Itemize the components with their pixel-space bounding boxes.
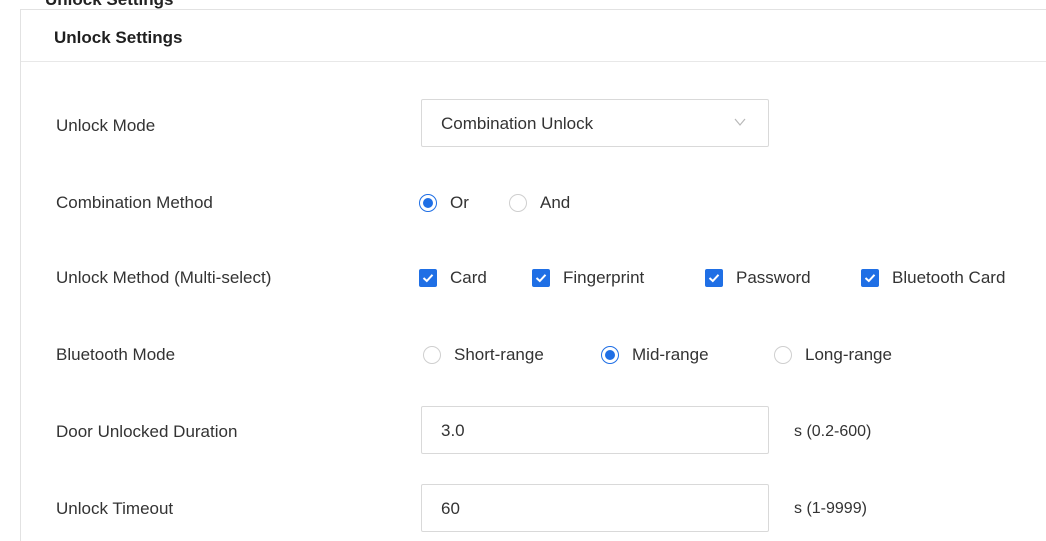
- unlock-method-fingerprint-label: Fingerprint: [563, 268, 645, 287]
- unlock-method-fingerprint-checkbox[interactable]: Fingerprint: [532, 267, 644, 289]
- radio-unselected-icon: [774, 346, 792, 364]
- bluetooth-long-range-label: Long-range: [805, 345, 892, 364]
- radio-unselected-icon: [509, 194, 527, 212]
- panel-header: Unlock Settings: [21, 10, 1046, 62]
- unlock-timeout-value: 60: [441, 499, 460, 518]
- radio-selected-icon: [601, 346, 619, 364]
- door-unlocked-duration-input[interactable]: 3.0: [421, 406, 769, 454]
- unlock-timeout-range: s (1-9999): [794, 500, 867, 517]
- radio-selected-icon: [419, 194, 437, 212]
- combination-or-radio[interactable]: Or: [419, 192, 469, 214]
- chevron-down-icon: [734, 118, 746, 126]
- combination-or-label: Or: [450, 193, 469, 212]
- unlock-mode-label: Unlock Mode: [56, 116, 156, 135]
- unlock-method-password-checkbox[interactable]: Password: [705, 267, 811, 289]
- unlock-method-card-checkbox[interactable]: Card: [419, 267, 487, 289]
- combination-and-label: And: [540, 193, 571, 212]
- door-unlocked-duration-label: Door Unlocked Duration: [56, 422, 238, 441]
- unlock-settings-panel: Unlock Settings Unlock Mode Combination …: [20, 9, 1046, 541]
- unlock-mode-select[interactable]: Combination Unlock: [421, 99, 769, 147]
- clipped-heading-text: Unlock Settings: [45, 0, 173, 9]
- unlock-mode-value: Combination Unlock: [441, 114, 594, 133]
- door-unlocked-duration-range: s (0.2-600): [794, 423, 872, 440]
- panel-title: Unlock Settings: [54, 28, 183, 47]
- combination-and-radio[interactable]: And: [509, 192, 570, 214]
- combination-method-label: Combination Method: [56, 193, 213, 212]
- unlock-method-label: Unlock Method (Multi-select): [56, 268, 272, 287]
- bluetooth-long-range-radio[interactable]: Long-range: [774, 344, 892, 366]
- bluetooth-mid-range-radio[interactable]: Mid-range: [601, 344, 709, 366]
- checkbox-checked-icon: [705, 269, 723, 287]
- checkbox-checked-icon: [532, 269, 550, 287]
- unlock-method-password-label: Password: [736, 268, 811, 287]
- bluetooth-mode-label: Bluetooth Mode: [56, 345, 176, 364]
- clipped-heading: Unlock Settings: [0, 0, 1046, 9]
- unlock-method-card-label: Card: [450, 268, 487, 287]
- bluetooth-short-range-radio[interactable]: Short-range: [423, 344, 544, 366]
- radio-unselected-icon: [423, 346, 441, 364]
- bluetooth-mid-range-label: Mid-range: [632, 345, 709, 364]
- checkbox-checked-icon: [861, 269, 879, 287]
- unlock-method-bluetooth-card-label: Bluetooth Card: [892, 268, 1006, 287]
- door-unlocked-duration-value: 3.0: [441, 421, 465, 440]
- bluetooth-short-range-label: Short-range: [454, 345, 544, 364]
- checkbox-checked-icon: [419, 269, 437, 287]
- unlock-method-bluetooth-card-checkbox[interactable]: Bluetooth Card: [861, 267, 1005, 289]
- unlock-timeout-label: Unlock Timeout: [56, 499, 174, 518]
- unlock-timeout-input[interactable]: 60: [421, 484, 769, 532]
